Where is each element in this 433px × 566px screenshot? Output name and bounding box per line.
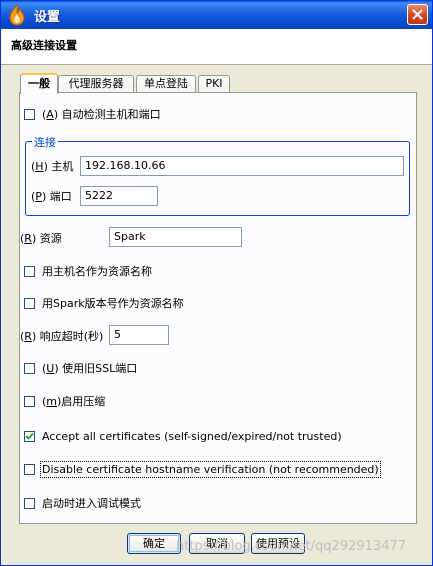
tab-label: 单点登陆 (144, 77, 188, 90)
timeout-input[interactable]: 5 (109, 325, 169, 345)
tab-label: 代理服务器 (68, 77, 124, 90)
checkbox-label: Disable certificate hostname verificatio… (40, 460, 381, 478)
connection-group: 连接 (H) 主机 192.168.10.66 (P) 端口 5222 (25, 134, 410, 216)
checkbox-box[interactable] (24, 108, 35, 120)
close-button[interactable] (407, 4, 428, 25)
tab-label: PKI (205, 77, 223, 90)
mnemonic: U (46, 362, 55, 375)
resource-label-text: 资源 (39, 232, 62, 245)
checkbox-label: (U) 使用旧SSL端口 (42, 362, 138, 375)
resource-label: (R) 资源 (20, 232, 62, 245)
host-input[interactable]: 192.168.10.66 (80, 156, 404, 176)
window-title: 设置 (34, 10, 61, 25)
title-bar[interactable]: 设置 (1, 1, 432, 29)
hostname-resource-checkbox[interactable]: 用主机名作为资源名称 (24, 263, 152, 279)
checkmark-icon (25, 432, 34, 440)
header-title: 高级连接设置 (11, 39, 77, 52)
group-legend: 连接 (32, 134, 58, 150)
checkbox-label: Accept all certificates (self-signed/exp… (42, 429, 342, 443)
timeout-label: (R) 响应超时(秒) (20, 330, 104, 343)
port-label-text: 端口 (49, 190, 72, 203)
disable-hostname-verification-checkbox[interactable]: Disable certificate hostname verificatio… (24, 460, 381, 478)
resource-input[interactable]: Spark (109, 227, 242, 247)
checkbox-box[interactable] (24, 265, 35, 277)
debug-startup-checkbox[interactable]: 启动时进入调试模式 (24, 495, 141, 511)
accept-all-certs-checkbox[interactable]: Accept all certificates (self-signed/exp… (24, 428, 342, 444)
cancel-button[interactable]: 取消 (189, 533, 245, 554)
mnemonic: A (46, 108, 54, 121)
checkbox-box[interactable] (24, 395, 35, 407)
checkbox-box[interactable] (24, 297, 35, 309)
tab-general[interactable]: 一般 (20, 73, 58, 94)
checkbox-label: (m)启用压缩 (42, 395, 106, 408)
checkbox-box[interactable] (24, 430, 35, 442)
host-label: (H) 主机 (31, 160, 74, 173)
mnemonic: H (35, 160, 44, 173)
mnemonic: R (24, 330, 32, 343)
checkbox-label: 启动时进入调试模式 (42, 497, 141, 510)
close-icon (412, 9, 423, 20)
defaults-button[interactable]: 使用预设 (251, 533, 305, 554)
compression-label: 启用压缩 (61, 395, 106, 408)
tab-sso[interactable]: 单点登陆 (136, 75, 196, 93)
version-resource-checkbox[interactable]: 用Spark版本号作为资源名称 (24, 295, 184, 311)
autodetect-checkbox[interactable]: (A) 自动检测主机和端口 (24, 106, 161, 122)
checkbox-label: 用主机名作为资源名称 (42, 265, 152, 278)
mnemonic: R (24, 232, 32, 245)
mnemonic: m (46, 395, 58, 408)
compression-checkbox[interactable]: (m)启用压缩 (24, 393, 105, 409)
settings-dialog: 设置 高级连接设置 一般 代理服务器 单点登陆 PKI (A) 自动检测主机和端… (0, 0, 433, 566)
old-ssl-label: 使用旧SSL端口 (62, 362, 138, 375)
mnemonic: P (35, 190, 42, 203)
tab-label: 一般 (28, 77, 50, 90)
host-label-text: 主机 (51, 160, 74, 173)
general-panel: (A) 自动检测主机和端口 连接 (H) 主机 192.168.10.66 (P… (19, 92, 417, 524)
tab-proxy[interactable]: 代理服务器 (58, 75, 134, 93)
autodetect-label: 自动检测主机和端口 (61, 108, 161, 121)
port-input[interactable]: 5222 (80, 186, 158, 206)
checkbox-label: (A) 自动检测主机和端口 (42, 108, 161, 121)
timeout-label-text: 响应超时(秒) (39, 330, 104, 343)
checkbox-box[interactable] (24, 362, 35, 374)
checkbox-box[interactable] (24, 463, 35, 475)
checkbox-box[interactable] (24, 497, 35, 509)
checkbox-label: 用Spark版本号作为资源名称 (42, 297, 184, 310)
old-ssl-checkbox[interactable]: (U) 使用旧SSL端口 (24, 360, 137, 376)
tab-pki[interactable]: PKI (198, 75, 230, 93)
ok-button[interactable]: 确定 (127, 533, 181, 554)
spark-flame-icon (9, 4, 25, 26)
port-label: (P) 端口 (31, 190, 72, 203)
dialog-header: 高级连接设置 (1, 29, 432, 65)
